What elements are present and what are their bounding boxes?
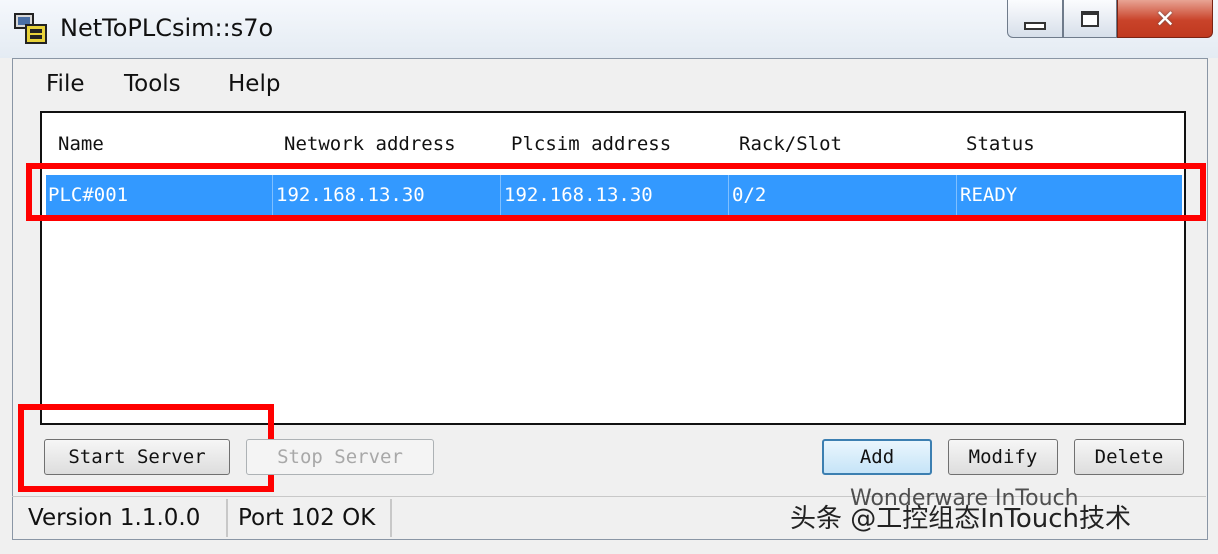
status-port: Port 102 OK	[238, 505, 376, 531]
delete-button[interactable]: Delete	[1074, 439, 1184, 475]
maximize-button[interactable]	[1063, 0, 1117, 38]
menu-tools[interactable]: Tools	[124, 71, 181, 97]
column-header-name[interactable]: Name	[58, 133, 104, 155]
menu-bar: File Tools Help	[12, 63, 1206, 107]
title-bar: NetToPLCsim::s7o ✕	[0, 0, 1218, 58]
window-title: NetToPLCsim::s7o	[60, 14, 274, 42]
watermark-text: 头条 @工控组态InTouch技术	[790, 504, 1132, 534]
modify-button[interactable]: Modify	[948, 439, 1058, 475]
start-server-button[interactable]: Start Server	[44, 439, 230, 475]
cell-divider	[956, 175, 957, 215]
cell-rack-slot: 0/2	[732, 184, 767, 206]
maximize-icon	[1081, 10, 1099, 27]
close-button[interactable]: ✕	[1117, 0, 1213, 38]
add-button[interactable]: Add	[822, 439, 932, 475]
close-icon: ✕	[1154, 4, 1176, 33]
cell-divider	[728, 175, 729, 215]
app-icon	[14, 13, 47, 44]
menu-file[interactable]: File	[46, 71, 85, 97]
table-row[interactable]: PLC#001 192.168.13.30 192.168.13.30 0/2 …	[46, 175, 1182, 215]
cell-network-address: 192.168.13.30	[276, 184, 425, 206]
cell-plcsim-address: 192.168.13.30	[504, 184, 653, 206]
column-header-plcsim-address[interactable]: Plcsim address	[511, 133, 671, 155]
cell-divider	[272, 175, 273, 215]
column-header-network-address[interactable]: Network address	[284, 133, 456, 155]
plc-list[interactable]: Name Network address Plcsim address Rack…	[40, 111, 1186, 425]
column-header-rack-slot[interactable]: Rack/Slot	[739, 133, 842, 155]
minimize-icon	[1024, 21, 1046, 30]
menu-help[interactable]: Help	[228, 71, 280, 97]
status-divider	[390, 499, 392, 537]
cell-name: PLC#001	[48, 184, 129, 206]
window-controls: ✕	[1007, 0, 1213, 40]
minimize-button[interactable]	[1007, 0, 1063, 38]
status-version: Version 1.1.0.0	[28, 505, 201, 531]
stop-server-button[interactable]: Stop Server	[246, 439, 434, 475]
column-header-status[interactable]: Status	[966, 133, 1035, 155]
cell-status: READY	[960, 184, 1018, 206]
status-divider	[226, 499, 228, 537]
cell-divider	[500, 175, 501, 215]
